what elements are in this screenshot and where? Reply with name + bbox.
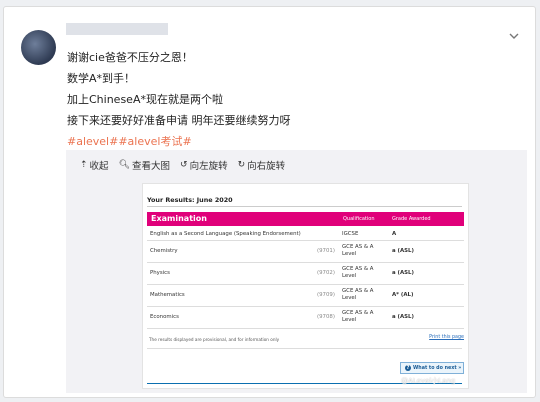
row-grade: a (ASL) — [392, 248, 414, 254]
row-qualification: IGCSE — [342, 231, 359, 237]
what-next-button[interactable]: ? What to do next » — [400, 362, 464, 374]
rotate-right-label: 向右旋转 — [247, 161, 286, 172]
row-qualification: GCE AS & A Level — [342, 288, 374, 301]
row-code: (9708) — [317, 314, 335, 320]
collapse-label: 收起 — [89, 161, 109, 172]
row-subject: English as a Second Language (Speaking E… — [150, 231, 301, 237]
row-grade: A — [392, 231, 397, 237]
row-subject: Chemistry — [150, 248, 178, 254]
provisional-note: The results displayed are provisional, a… — [149, 337, 280, 342]
row-qualification: GCE AS & A Level — [342, 266, 374, 279]
media-viewer: ⇡ 收起 🔍︎ 查看大图 ↺ 向左旋转 ↻ 向右旋转 Your Results:… — [66, 150, 527, 393]
table-row: English as a Second Language (Speaking E… — [147, 228, 464, 241]
rotate-left-button[interactable]: ↺ 向左旋转 — [180, 158, 228, 172]
row-code: (9701) — [317, 248, 335, 254]
results-image[interactable]: Your Results: June 2020 Examination Qual… — [142, 183, 469, 389]
watermark: @ALevel小Lang — [401, 377, 456, 385]
print-link[interactable]: Print this page — [429, 335, 464, 340]
view-large-button[interactable]: 🔍︎ 查看大图 — [119, 158, 170, 172]
search-icon: 🔍︎ — [118, 160, 130, 170]
rotate-right-icon: ↻ — [237, 160, 246, 170]
row-qualification: GCE AS & A Level — [342, 310, 374, 323]
username-blurred[interactable] — [66, 23, 168, 35]
post-line-4: 接下来还要好好准备申请 明年还要继续努力呀 — [67, 114, 291, 127]
row-code: (9702) — [317, 270, 335, 276]
row-subject: Physics — [150, 270, 170, 276]
post-line-3: 加上ChineseA*现在就是两个啦 — [67, 93, 223, 106]
post-text: 谢谢cie爸爸不压分之恩！ 数学A*到手！ 加上ChineseA*现在就是两个啦… — [67, 47, 291, 152]
avatar[interactable] — [21, 30, 56, 65]
row-subject: Economics — [150, 314, 179, 320]
row-grade: a (ASL) — [392, 270, 414, 276]
collapse-icon: ⇡ — [80, 160, 88, 170]
header-qualification: Qualification — [343, 216, 375, 222]
media-toolbar: ⇡ 收起 🔍︎ 查看大图 ↺ 向左旋转 ↻ 向右旋转 — [66, 150, 527, 180]
rotate-right-button[interactable]: ↻ 向右旋转 — [238, 158, 286, 172]
post-line-2: 数学A*到手！ — [67, 72, 136, 85]
table-row: Economics (9708) GCE AS & A Level a (ASL… — [147, 307, 464, 329]
post-card: 谢谢cie爸爸不压分之恩！ 数学A*到手！ 加上ChineseA*现在就是两个啦… — [3, 6, 536, 398]
results-title: Your Results: June 2020 — [147, 196, 233, 204]
rotate-left-icon: ↺ — [180, 160, 188, 170]
divider — [147, 348, 462, 349]
table-row: Mathematics (9709) GCE AS & A Level A* (… — [147, 285, 464, 307]
row-code: (9709) — [317, 292, 335, 298]
hashtags[interactable]: #alevel##alevel考试# — [67, 131, 291, 152]
row-grade: a (ASL) — [392, 314, 414, 320]
view-large-label: 查看大图 — [132, 161, 171, 172]
table-row: Physics (9702) GCE AS & A Level a (ASL) — [147, 263, 464, 285]
header-grade: Grade Awarded — [392, 216, 431, 222]
chevron-down-icon[interactable] — [507, 29, 521, 43]
row-subject: Mathematics — [150, 292, 185, 298]
what-next-label: What to do next » — [413, 365, 462, 371]
collapse-button[interactable]: ⇡ 收起 — [80, 158, 109, 172]
rotate-left-label: 向左旋转 — [189, 161, 228, 172]
post-line-1: 谢谢cie爸爸不压分之恩！ — [67, 51, 193, 64]
row-qualification: GCE AS & A Level — [342, 244, 374, 257]
header-exam: Examination — [151, 214, 207, 223]
row-grade: A* (AL) — [392, 292, 414, 298]
results-header: Examination Qualification Grade Awarded — [147, 212, 464, 226]
help-icon: ? — [405, 365, 411, 371]
divider — [147, 206, 462, 207]
table-row: Chemistry (9701) GCE AS & A Level a (ASL… — [147, 241, 464, 263]
